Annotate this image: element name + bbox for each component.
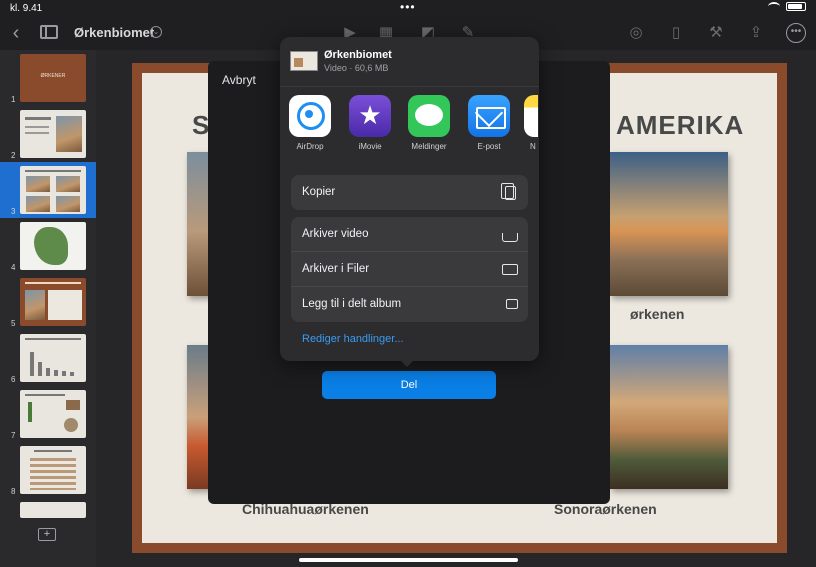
- copy-action[interactable]: Kopier: [291, 175, 528, 210]
- status-right: [768, 2, 806, 11]
- slide-heading-right: AMERIKA: [616, 110, 745, 140]
- copy-group: Kopier: [291, 175, 528, 210]
- download-tray-icon: [502, 233, 518, 242]
- cancel-button[interactable]: Avbryt: [222, 73, 256, 87]
- slide-number: 3: [11, 207, 16, 216]
- imovie-icon: ★: [349, 95, 391, 137]
- share-app-notes[interactable]: N: [524, 95, 538, 151]
- share-popover: Ørkenbiomet Video · 60,6 MB AirDrop ★ iM…: [280, 37, 539, 361]
- share-icon[interactable]: ⇪: [746, 23, 766, 43]
- edit-actions-link[interactable]: Rediger handlinger...: [302, 333, 404, 345]
- file-name: Ørkenbiomet: [324, 49, 392, 61]
- actions-group: Arkiver video Arkiver i Filer Legg til i…: [291, 217, 528, 322]
- clipboard-icon[interactable]: ▯: [666, 23, 686, 43]
- slide-thumbnail-2[interactable]: 2: [0, 106, 96, 162]
- save-video-label: Arkiver video: [302, 228, 369, 240]
- slide-number: 2: [11, 151, 16, 160]
- popover-arrow: [399, 359, 415, 367]
- share-button[interactable]: Del: [322, 371, 496, 399]
- share-header: Ørkenbiomet Video · 60,6 MB: [280, 37, 539, 87]
- airdrop-icon: [289, 95, 331, 137]
- app-label: iMovie: [358, 142, 382, 151]
- slide-number: 5: [11, 319, 16, 328]
- share-app-messages[interactable]: Meldinger: [404, 95, 454, 151]
- app-label: Meldinger: [411, 142, 447, 151]
- app-label: E-post: [477, 142, 501, 151]
- more-ellipsis-icon[interactable]: •••: [786, 23, 806, 43]
- folder-icon: [502, 264, 518, 275]
- wifi-icon: [768, 2, 780, 11]
- status-bar: kl. 9.41 •••: [0, 0, 816, 16]
- messages-icon: [408, 95, 450, 137]
- slide-thumbnail-4[interactable]: 4: [0, 218, 96, 274]
- add-slide-button[interactable]: +: [38, 528, 56, 541]
- slide-thumbnail-1[interactable]: ØRKENER 1: [0, 50, 96, 106]
- home-indicator[interactable]: [299, 558, 518, 562]
- share-apps-row: AirDrop ★ iMovie Meldinger E-post N: [280, 95, 539, 165]
- share-app-imovie[interactable]: ★ iMovie: [345, 95, 395, 151]
- copy-icon: [501, 183, 516, 200]
- caption-top-right: ørkenen: [630, 306, 685, 322]
- save-video-action[interactable]: Arkiver video: [291, 217, 528, 252]
- save-to-files-label: Arkiver i Filer: [302, 263, 370, 275]
- shared-album-icon: [506, 299, 518, 309]
- back-chevron-icon[interactable]: ‹: [6, 23, 26, 43]
- title-chevron-down-icon[interactable]: ⌄: [150, 26, 162, 38]
- slide-thumbnail-7[interactable]: 7: [0, 386, 96, 442]
- multitasking-dots-icon[interactable]: •••: [400, 0, 416, 14]
- slide-number: 7: [11, 431, 16, 440]
- copy-label: Kopier: [302, 186, 336, 198]
- collaborate-icon[interactable]: ◎: [626, 23, 646, 43]
- notes-icon: [524, 95, 538, 137]
- format-brush-icon[interactable]: ⚒: [706, 23, 726, 43]
- slide-number: 6: [11, 375, 16, 384]
- save-to-files-action[interactable]: Arkiver i Filer: [291, 252, 528, 287]
- app-label: AirDrop: [296, 142, 324, 151]
- slide-number: 4: [11, 263, 16, 272]
- slide-thumbnail-3[interactable]: 3: [0, 162, 96, 218]
- slide-navigator: ØRKENER 1 2 3 4 5 6 7 8 +: [0, 50, 96, 567]
- slide-thumbnail-6[interactable]: 6: [0, 330, 96, 386]
- desert-photo-top-right[interactable]: [610, 152, 728, 296]
- slide-thumbnail-8[interactable]: 8: [0, 442, 96, 498]
- slide-thumbnail-title: ØRKENER: [40, 73, 66, 79]
- document-title[interactable]: Ørkenbiomet: [74, 25, 154, 40]
- slide-thumbnail-5[interactable]: 5: [0, 274, 96, 330]
- sidebar-toggle-icon[interactable]: [40, 25, 58, 39]
- app-root: kl. 9.41 ••• ‹ Ørkenbiomet ⌄ ▶ ▦ ◩ ✎ ◎ ▯…: [0, 0, 816, 567]
- app-label: N: [530, 142, 536, 151]
- file-meta: Video · 60,6 MB: [324, 63, 389, 73]
- share-app-airdrop[interactable]: AirDrop: [285, 95, 335, 151]
- file-thumbnail: [290, 51, 318, 71]
- slide-number: 8: [11, 487, 16, 496]
- add-shared-album-action[interactable]: Legg til i delt album: [291, 287, 528, 322]
- status-time: kl. 9.41: [10, 3, 43, 14]
- desert-photo-bottom-right[interactable]: [610, 345, 728, 489]
- battery-icon: [786, 2, 806, 11]
- slide-thumbnail-9[interactable]: [0, 498, 96, 522]
- add-shared-album-label: Legg til i delt album: [302, 298, 402, 310]
- share-app-mail[interactable]: E-post: [464, 95, 514, 151]
- slide-number: 1: [11, 95, 16, 104]
- mail-icon: [468, 95, 510, 137]
